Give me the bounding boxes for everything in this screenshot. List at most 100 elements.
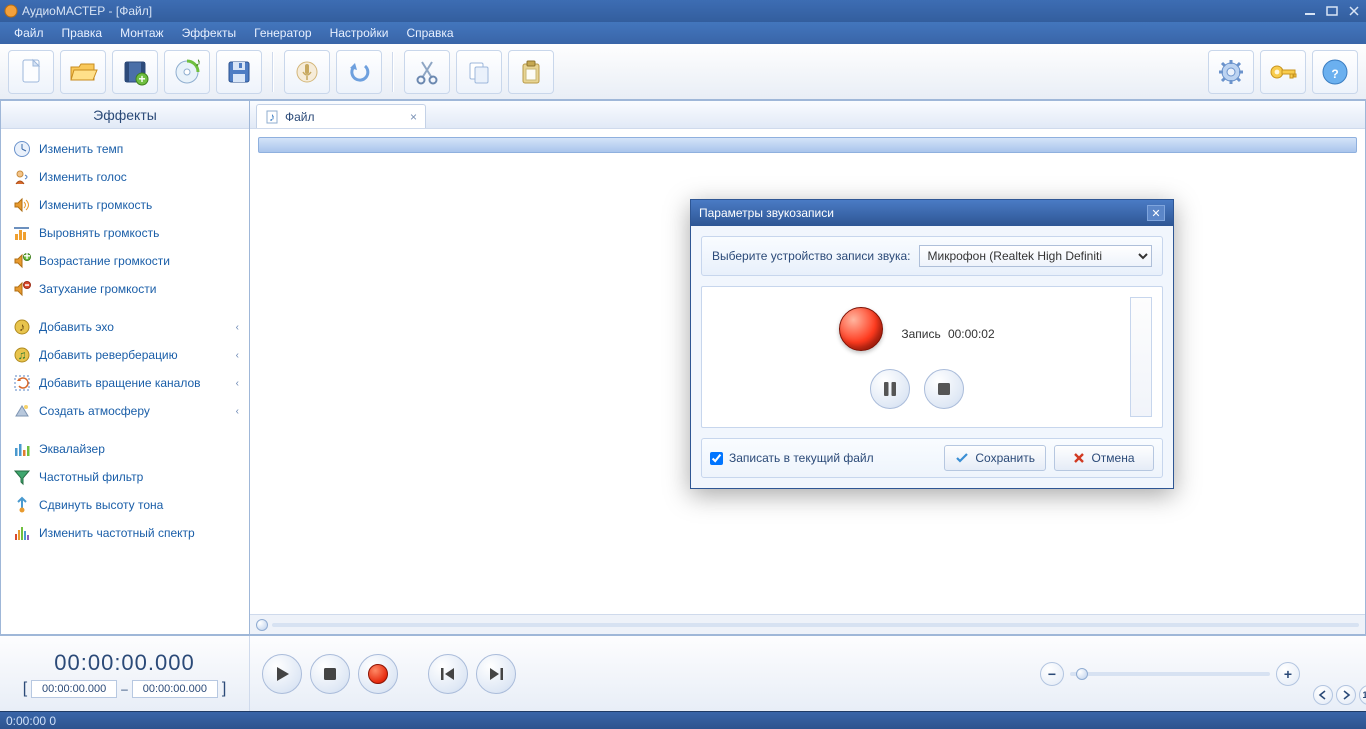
- time-to-input[interactable]: [132, 680, 218, 698]
- undo-button[interactable]: [336, 50, 382, 94]
- close-button[interactable]: [1346, 4, 1362, 18]
- maximize-button[interactable]: [1324, 4, 1340, 18]
- scroll-thumb[interactable]: [256, 619, 268, 631]
- svg-text:?: ?: [1331, 67, 1338, 81]
- key-button[interactable]: [1260, 50, 1306, 94]
- fx-label: Возрастание громкости: [39, 254, 170, 268]
- cut-button[interactable]: [404, 50, 450, 94]
- help-button[interactable]: ?: [1312, 50, 1358, 94]
- fx-fadeout[interactable]: Затухание громкости: [3, 275, 247, 303]
- menu-edit[interactable]: Правка: [54, 23, 111, 43]
- reverb-icon: ♫: [13, 346, 31, 364]
- fx-filter[interactable]: Частотный фильтр: [3, 463, 247, 491]
- audio-file-icon: ♪: [265, 110, 279, 124]
- titlebar: АудиоМАСТЕР - [Файл]: [0, 0, 1366, 22]
- dialog-cancel-button[interactable]: Отмена: [1054, 445, 1154, 471]
- fx-echo[interactable]: ♪Добавить эхо‹: [3, 313, 247, 341]
- spectrum-icon: [13, 524, 31, 542]
- zoom-11-button[interactable]: 1:1: [1359, 685, 1366, 705]
- tab-close-button[interactable]: ×: [410, 110, 417, 124]
- cd-button[interactable]: ♪: [164, 50, 210, 94]
- fx-label: Создать атмосферу: [39, 404, 150, 418]
- horizontal-scrollbar[interactable]: [250, 614, 1365, 634]
- dialog-save-button[interactable]: Сохранить: [944, 445, 1046, 471]
- stop-record-button[interactable]: [924, 369, 964, 409]
- menu-montage[interactable]: Монтаж: [112, 23, 172, 43]
- fx-volume[interactable]: Изменить громкость: [3, 191, 247, 219]
- fx-voice[interactable]: Изменить голос: [3, 163, 247, 191]
- waveform-canvas[interactable]: Параметры звукозаписи ✕ Выберите устройс…: [250, 129, 1365, 614]
- settings-button[interactable]: [1208, 50, 1254, 94]
- svg-text:+: +: [138, 72, 145, 86]
- main-area: ♪ Файл × Параметры звукозаписи ✕ Выберит…: [250, 100, 1366, 635]
- fadeout-icon: [13, 280, 31, 298]
- fx-equalizer[interactable]: Эквалайзер: [3, 435, 247, 463]
- dialog-titlebar[interactable]: Параметры звукозаписи ✕: [691, 200, 1173, 226]
- svg-text:♪: ♪: [269, 110, 275, 124]
- recording-dialog: Параметры звукозаписи ✕ Выберите устройс…: [690, 199, 1174, 489]
- play-button[interactable]: [262, 654, 302, 694]
- fx-rotate[interactable]: Добавить вращение каналов‹: [3, 369, 247, 397]
- menu-settings[interactable]: Настройки: [322, 23, 397, 43]
- dialog-close-button[interactable]: ✕: [1147, 205, 1165, 221]
- fx-spectrum[interactable]: Изменить частотный спектр: [3, 519, 247, 547]
- rewind-start-button[interactable]: [428, 654, 468, 694]
- atmosphere-icon: [13, 402, 31, 420]
- fx-pitch[interactable]: Сдвинуть высоту тона: [3, 491, 247, 519]
- new-file-button[interactable]: [8, 50, 54, 94]
- device-select[interactable]: Микрофон (Realtek High Definiti: [919, 245, 1153, 267]
- record-button[interactable]: [358, 654, 398, 694]
- minimize-button[interactable]: [1302, 4, 1318, 18]
- fx-fadein[interactable]: + Возрастание громкости: [3, 247, 247, 275]
- paste-button[interactable]: [508, 50, 554, 94]
- rotate-icon: [13, 374, 31, 392]
- svg-text:+: +: [23, 252, 30, 263]
- zoom-slider[interactable]: [1070, 672, 1270, 676]
- app-icon: [4, 4, 18, 18]
- fx-label: Частотный фильтр: [39, 470, 143, 484]
- tabstrip: ♪ Файл ×: [250, 101, 1365, 129]
- zoom-thumb[interactable]: [1076, 668, 1088, 680]
- forward-end-button[interactable]: [476, 654, 516, 694]
- fx-atmosphere[interactable]: Создать атмосферу‹: [3, 397, 247, 425]
- fit-left-button[interactable]: [1313, 685, 1333, 705]
- open-file-button[interactable]: [60, 50, 106, 94]
- fx-reverb[interactable]: ♫Добавить реверберацию‹: [3, 341, 247, 369]
- fx-label: Изменить голос: [39, 170, 127, 184]
- video-button[interactable]: +: [112, 50, 158, 94]
- time-from-input[interactable]: [31, 680, 117, 698]
- toolbar: + ♪ ?: [0, 44, 1366, 100]
- normalize-icon: [13, 224, 31, 242]
- fx-tempo[interactable]: Изменить темп: [3, 135, 247, 163]
- pitch-icon: [13, 496, 31, 514]
- menu-help[interactable]: Справка: [398, 23, 461, 43]
- copy-button[interactable]: [456, 50, 502, 94]
- menu-file[interactable]: Файл: [6, 23, 52, 43]
- record-mic-button[interactable]: [284, 50, 330, 94]
- fx-label: Изменить темп: [39, 142, 123, 156]
- save-button[interactable]: [216, 50, 262, 94]
- voice-icon: [13, 168, 31, 186]
- tab-file[interactable]: ♪ Файл ×: [256, 104, 426, 128]
- checkbox-input[interactable]: [710, 452, 723, 465]
- fx-label: Добавить эхо: [39, 320, 114, 334]
- dialog-title: Параметры звукозаписи: [699, 206, 834, 220]
- fx-label: Добавить вращение каналов: [39, 376, 201, 390]
- menubar: Файл Правка Монтаж Эффекты Генератор Нас…: [0, 22, 1366, 44]
- toolbar-sep-2: [392, 52, 394, 92]
- save-to-current-checkbox[interactable]: Записать в текущий файл: [710, 451, 874, 465]
- menu-effects[interactable]: Эффекты: [174, 23, 245, 43]
- fx-normalize[interactable]: Выровнять громкость: [3, 219, 247, 247]
- effects-list: Изменить темп Изменить голос Изменить гр…: [1, 129, 249, 634]
- zoom-in-button[interactable]: +: [1276, 662, 1300, 686]
- zoom-out-button[interactable]: −: [1040, 662, 1064, 686]
- fx-label: Добавить реверберацию: [39, 348, 178, 362]
- pause-record-button[interactable]: [870, 369, 910, 409]
- volume-icon: [13, 196, 31, 214]
- device-label: Выберите устройство записи звука:: [712, 249, 911, 263]
- overview-bar[interactable]: [258, 137, 1357, 153]
- stop-button[interactable]: [310, 654, 350, 694]
- window-title: АудиоМАСТЕР - [Файл]: [22, 4, 152, 18]
- menu-generator[interactable]: Генератор: [246, 23, 319, 43]
- fit-right-button[interactable]: [1336, 685, 1356, 705]
